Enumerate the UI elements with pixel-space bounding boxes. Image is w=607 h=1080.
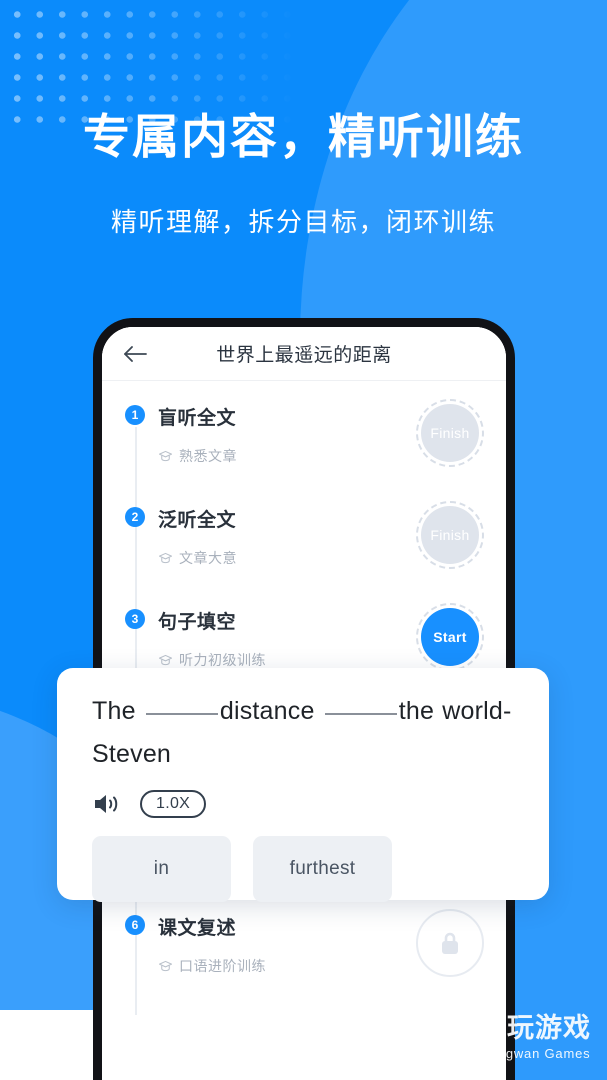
sentence-part-1: The [92,697,136,725]
step-subtitle: 听力初级训练 [179,652,266,668]
list-item[interactable]: 2 泛听全文 文章大意 Finish [102,501,506,607]
step-number-badge: 3 [125,609,145,629]
step-number-badge: 2 [125,507,145,527]
step-action-label: Finish [421,506,479,564]
watermark-name-cn: 仍玩游戏 [479,1013,591,1043]
watermark-text: 仍玩游戏 Rengwan Games [479,1013,591,1061]
page-title: 专属内容，精听训练 [83,110,524,163]
graduation-cap-icon [158,449,173,464]
graduation-cap-icon [158,959,173,974]
rengwan-logo-icon [428,1017,470,1059]
exercise-sentence: The distance the world-Steven [92,690,521,776]
step-subtitle: 口语进阶训练 [179,958,266,974]
audio-controls-row: 1.0X [92,790,521,818]
watermark-name-en: Rengwan Games [479,1046,591,1061]
list-item[interactable]: 1 盲听全文 熟悉文章 Finish [102,399,506,505]
page-subtitle: 精听理解，拆分目标，闭环训练 [110,207,496,238]
step-subtitle: 熟悉文章 [179,448,237,464]
app-bar: 世界上最遥远的距离 [102,327,506,381]
answer-choice-button[interactable]: furthest [253,836,392,902]
sentence-part-3: the [398,697,435,725]
step-action-button[interactable]: Start [416,603,484,671]
step-action-button [416,909,484,977]
answer-choices: in furthest [92,836,521,902]
back-arrow-icon[interactable] [122,341,148,367]
sentence-blank-2[interactable] [324,695,397,715]
answer-choice-button[interactable]: in [92,836,231,902]
exercise-overlay-card: The distance the world-Steven 1.0X in fu… [57,668,549,902]
app-bar-title: 世界上最遥远的距离 [216,345,392,366]
hero-text-block: 专属内容，精听训练 精听理解，拆分目标，闭环训练 [0,110,607,239]
lock-icon [416,909,484,977]
playback-speed-button[interactable]: 1.0X [140,790,207,818]
watermark: 仍玩游戏 Rengwan Games [428,1015,591,1060]
graduation-cap-icon [158,653,173,668]
step-subtitle: 文章大意 [179,550,237,566]
speaker-icon[interactable] [92,791,122,817]
step-number-badge: 1 [125,405,145,425]
step-number-badge: 6 [125,915,145,935]
step-action-button[interactable]: Finish [416,501,484,569]
step-action-label: Start [421,608,479,666]
sentence-part-2: distance [219,697,315,725]
step-action-button[interactable]: Finish [416,399,484,467]
sentence-blank-1[interactable] [145,695,218,715]
step-action-label: Finish [421,404,479,462]
graduation-cap-icon [158,551,173,566]
list-item[interactable]: 6 课文复述 口语进阶训练 [102,909,506,1015]
